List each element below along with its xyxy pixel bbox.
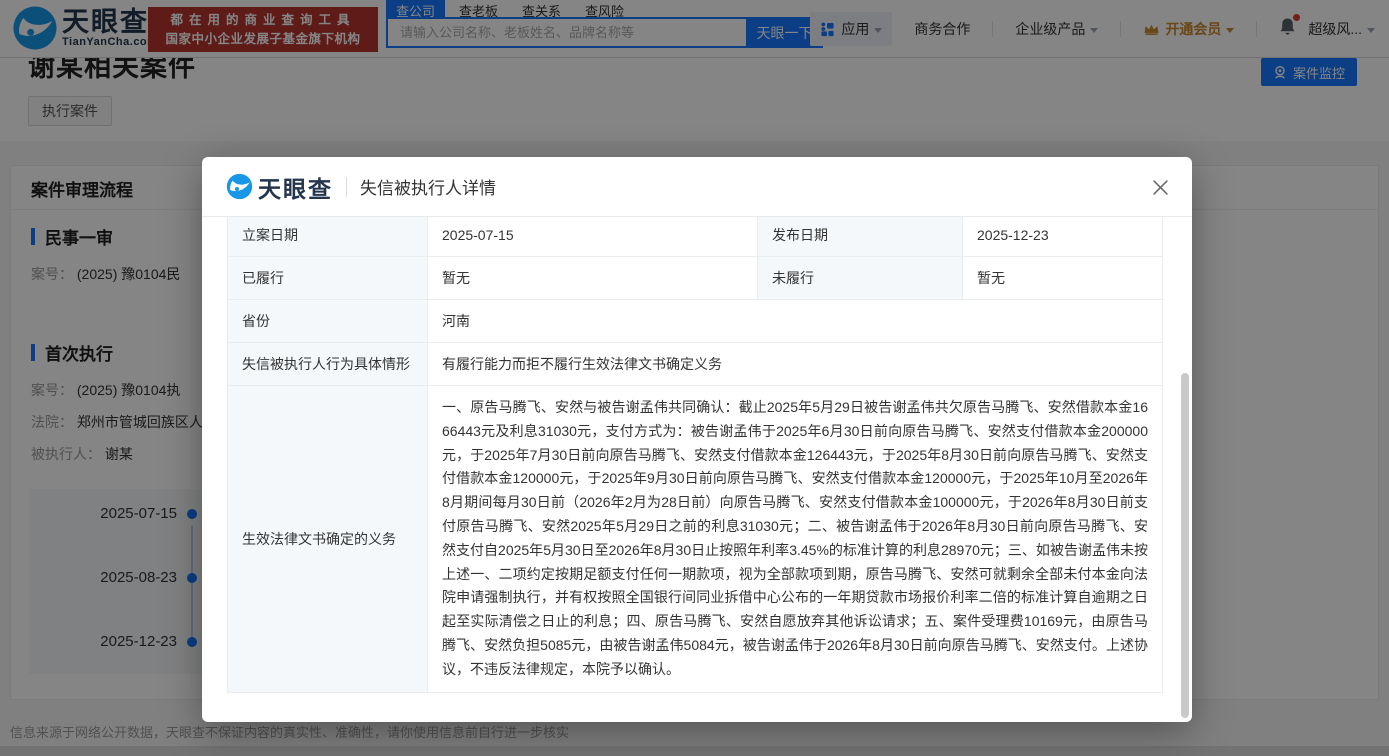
modal-title: 失信被执行人详情 [360,179,496,198]
behavior-label: 失信被执行人行为具体情形 [227,342,428,386]
scrollbar-thumb[interactable] [1181,373,1189,718]
table-row: 立案日期 2025-07-15 发布日期 2025-12-23 [227,217,1163,257]
filing-date-value: 2025-07-15 [427,217,758,257]
modal-header: 天眼查 失信被执行人详情 [202,157,1192,217]
modal-brand-name: 天眼查 [258,175,333,202]
detail-table: 立案日期 2025-07-15 发布日期 2025-12-23 已履行 暂无 未… [227,217,1163,693]
table-row: 生效法律文书确定的义务 一、原告马腾飞、安然与被告谢孟伟共同确认：截止2025年… [227,385,1163,693]
divider [346,176,347,197]
province-value: 河南 [427,299,1163,343]
province-label: 省份 [227,299,428,343]
tianyancha-logo-icon [226,173,253,200]
unperformed-value: 暂无 [962,256,1163,300]
filing-date-label: 立案日期 [227,217,428,257]
unperformed-label: 未履行 [757,256,963,300]
close-icon [1152,179,1168,195]
page: 天眼查 TianYanCha.com 都在用的商业查询工具 国家中小企业发展子基… [0,0,1389,756]
obligation-value: 一、原告马腾飞、安然与被告谢孟伟共同确认：截止2025年5月29日被告谢孟伟共欠… [427,385,1163,693]
modal-body: 立案日期 2025-07-15 发布日期 2025-12-23 已履行 暂无 未… [202,217,1192,721]
modal-brand-logo: 天眼查 [226,170,333,204]
performed-value: 暂无 [427,256,758,300]
performed-label: 已履行 [227,256,428,300]
publish-date-label: 发布日期 [757,217,963,257]
close-button[interactable] [1148,175,1172,199]
dishonest-executee-detail-modal: 天眼查 失信被执行人详情 立案日期 2025-07-15 发布日期 2025-1… [202,157,1192,722]
table-row: 失信被执行人行为具体情形 有履行能力而拒不履行生效法律文书确定义务 [227,342,1163,386]
table-row: 省份 河南 [227,299,1163,343]
publish-date-value: 2025-12-23 [962,217,1163,257]
table-row: 已履行 暂无 未履行 暂无 [227,256,1163,300]
obligation-label: 生效法律文书确定的义务 [227,385,428,693]
behavior-value: 有履行能力而拒不履行生效法律文书确定义务 [427,342,1163,386]
